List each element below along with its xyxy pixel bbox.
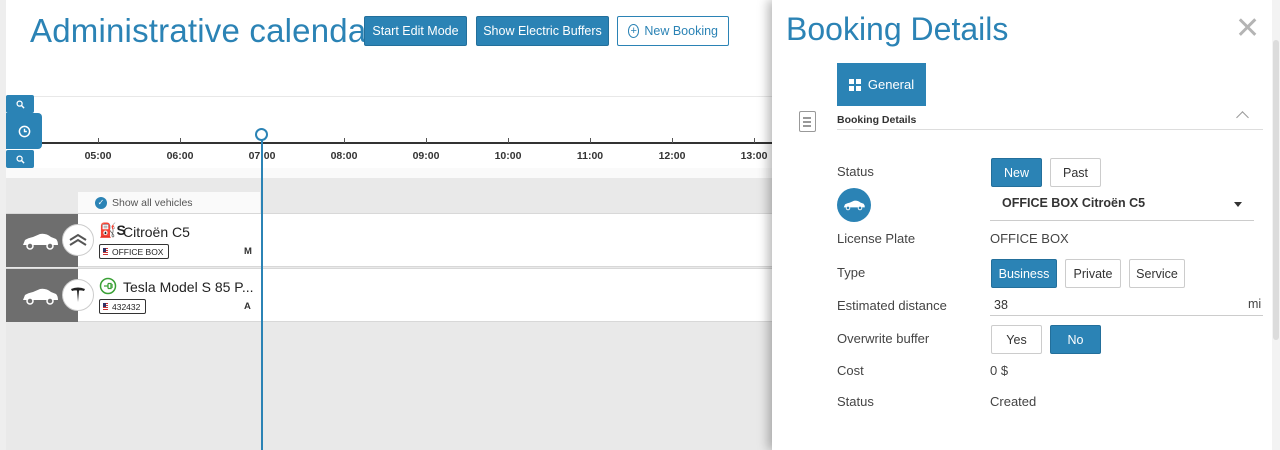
vehicle-row[interactable]: ⛽S Citroën C5 OFFICE BOX M — [6, 213, 775, 267]
grid-icon — [848, 78, 861, 91]
us-flag-icon — [103, 247, 108, 256]
license-plate-label: License Plate — [837, 231, 916, 246]
hour-tick — [508, 138, 509, 143]
divider — [6, 96, 775, 97]
zoom-out-button[interactable] — [6, 150, 34, 168]
plate-text: 432432 — [112, 301, 141, 312]
show-all-vehicles-label: Show all vehicles — [112, 196, 193, 209]
hour-tick — [426, 138, 427, 143]
hour-label: 06:00 — [166, 150, 194, 162]
close-icon[interactable]: ✕ — [1235, 14, 1260, 44]
clipboard-icon — [799, 111, 816, 132]
hour-tick — [672, 138, 673, 143]
timeline-axis — [42, 142, 775, 144]
hour-tick — [754, 138, 755, 143]
hour-label: 13:00 — [740, 150, 768, 162]
booking-details-panel: Booking Details ✕ General Booking Detail… — [772, 0, 1280, 450]
hour-label: 10:00 — [494, 150, 522, 162]
vehicle-select-value: OFFICE BOX Citroën C5 — [1002, 196, 1146, 210]
hour-tick — [344, 138, 345, 143]
show-all-vehicles-toggle[interactable]: ✓ Show all vehicles — [78, 192, 260, 213]
new-booking-label: New Booking — [644, 24, 718, 38]
tesla-logo-icon — [62, 279, 94, 311]
zoom-in-button[interactable] — [6, 95, 34, 113]
cost-value: 0 $ — [990, 363, 1009, 378]
type-business-button[interactable]: Business — [991, 259, 1057, 288]
tab-general-label: General — [867, 77, 915, 92]
booking-status-label: Status — [837, 394, 874, 409]
status-past-button[interactable]: Past — [1050, 158, 1101, 187]
status-new-button[interactable]: New — [991, 158, 1042, 187]
hour-label: 09:00 — [412, 150, 440, 162]
check-circle-icon: ✓ — [95, 196, 107, 209]
fuel-station-icon: ⛽S — [99, 222, 126, 238]
estimated-distance-label: Estimated distance — [837, 298, 947, 313]
current-time-line — [261, 138, 263, 450]
car-icon — [23, 233, 58, 250]
plate-text: OFFICE BOX — [112, 246, 164, 257]
zoom-in-icon — [15, 99, 25, 109]
tab-general[interactable]: General — [837, 63, 926, 106]
type-private-button[interactable]: Private — [1065, 259, 1121, 288]
license-plate: OFFICE BOX — [99, 244, 170, 259]
calendar-area: Administrative calendar Start Edit Mode … — [0, 0, 775, 450]
hour-label: 11:00 — [576, 150, 604, 162]
vehicle-name: Tesla Model S 85 P... — [123, 279, 254, 295]
zoom-out-icon — [15, 154, 25, 164]
car-icon — [23, 288, 58, 305]
overwrite-yes-button[interactable]: Yes — [991, 325, 1042, 354]
hour-tick — [98, 138, 99, 143]
section-divider — [837, 129, 1263, 130]
citroen-logo-icon — [62, 224, 94, 256]
page-title: Administrative calendar — [30, 12, 378, 49]
show-electric-buffers-button[interactable]: Show Electric Buffers — [476, 16, 609, 46]
hour-tick — [590, 138, 591, 143]
current-time-marker[interactable] — [255, 128, 268, 141]
status-label: Status — [837, 164, 874, 179]
vehicle-select[interactable]: OFFICE BOX Citroën C5 — [990, 193, 1254, 221]
chevron-down-icon — [1234, 202, 1242, 207]
us-flag-icon — [103, 302, 108, 311]
vehicle-row[interactable]: Tesla Model S 85 P... 432432 A — [6, 268, 775, 322]
booking-status-value: Created — [990, 394, 1037, 409]
current-time-button[interactable] — [6, 113, 42, 149]
distance-unit: mi — [1248, 297, 1262, 311]
license-plate: 432432 — [99, 299, 147, 314]
estimated-distance-input[interactable] — [990, 294, 1263, 316]
section-title: Booking Details — [837, 114, 917, 126]
electric-plug-icon — [99, 277, 117, 298]
clock-icon — [18, 125, 30, 137]
plus-circle-icon: + — [628, 24, 640, 38]
chevron-up-icon[interactable] — [1236, 111, 1249, 124]
type-label: Type — [837, 265, 866, 280]
vehicle-size-code: A — [244, 301, 251, 312]
start-edit-mode-button[interactable]: Start Edit Mode — [364, 16, 467, 46]
car-icon — [837, 188, 871, 222]
hour-tick — [180, 138, 181, 143]
hour-label: 08:00 — [330, 150, 358, 162]
new-booking-button[interactable]: + New Booking — [617, 16, 729, 46]
cost-label: Cost — [837, 363, 864, 378]
hour-label: 12:00 — [658, 150, 686, 162]
scrollbar-thumb[interactable] — [1273, 40, 1279, 340]
hour-label: 05:00 — [84, 150, 112, 162]
overwrite-buffer-label: Overwrite buffer — [837, 331, 930, 346]
overwrite-no-button[interactable]: No — [1050, 325, 1101, 354]
panel-title: Booking Details — [786, 11, 1009, 47]
vehicle-size-code: M — [244, 246, 252, 257]
type-service-button[interactable]: Service — [1129, 259, 1185, 288]
license-plate-value: OFFICE BOX — [990, 231, 1069, 246]
vehicle-name: Citroën C5 — [123, 224, 190, 240]
grid-header-gap — [6, 168, 775, 178]
